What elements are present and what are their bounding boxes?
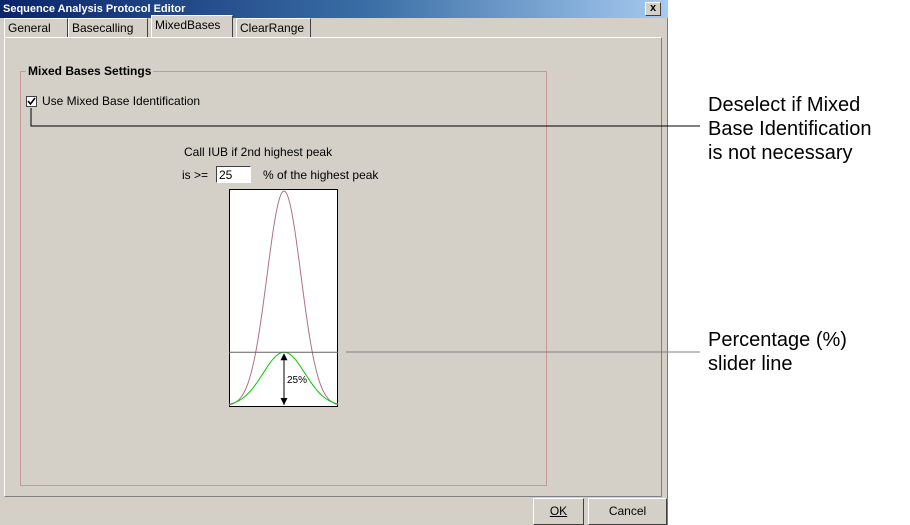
deselect-annotation: Deselect if Mixed Base Identification is…: [708, 93, 871, 165]
tab-clearrange-label: ClearRange: [240, 21, 305, 35]
peak-plot: 25%: [229, 189, 338, 407]
is-prefix-text: is >=: [182, 168, 209, 182]
tab-general-label: General: [8, 21, 51, 35]
tab-clearrange[interactable]: ClearRange: [236, 18, 311, 37]
title-bar: Sequence Analysis Protocol Editor: [0, 0, 668, 18]
percent-input[interactable]: [216, 166, 251, 183]
tab-mixedbases-label: MixedBases: [155, 18, 221, 32]
use-mixed-base-checkbox[interactable]: [26, 96, 37, 107]
tab-basecalling[interactable]: Basecalling: [68, 18, 148, 37]
close-icon: x: [649, 2, 657, 14]
ok-button[interactable]: OK: [533, 498, 584, 525]
checkmark-icon: [27, 97, 36, 106]
deselect-line-2: Base Identification: [708, 118, 872, 140]
percentage-annotation: Percentage (%) slider line: [708, 328, 847, 376]
window-title: Sequence Analysis Protocol Editor: [3, 3, 186, 15]
cancel-label: Cancel: [608, 504, 647, 518]
ok-label: OK: [549, 504, 568, 518]
groupbox-title: Mixed Bases Settings: [26, 64, 154, 78]
slider-percent-label: 25%: [287, 375, 307, 386]
percent-suffix-text: % of the highest peak: [263, 168, 379, 182]
tab-general[interactable]: General: [4, 18, 68, 37]
deselect-line-1: Deselect if Mixed: [708, 94, 861, 116]
percentage-line-1: Percentage (%): [708, 329, 847, 351]
deselect-line-3: is not necessary: [708, 142, 853, 164]
tab-mixedbases[interactable]: MixedBases: [151, 15, 233, 37]
cancel-button[interactable]: Cancel: [588, 498, 667, 525]
tab-basecalling-label: Basecalling: [72, 21, 134, 35]
call-iub-text: Call IUB if 2nd highest peak: [184, 145, 333, 159]
protocol-editor-window: Sequence Analysis Protocol Editor x Gene…: [0, 0, 668, 525]
close-button[interactable]: x: [645, 2, 661, 16]
checkbox-label: Use Mixed Base Identification: [42, 94, 201, 108]
percentage-line-2: slider line: [708, 353, 793, 375]
